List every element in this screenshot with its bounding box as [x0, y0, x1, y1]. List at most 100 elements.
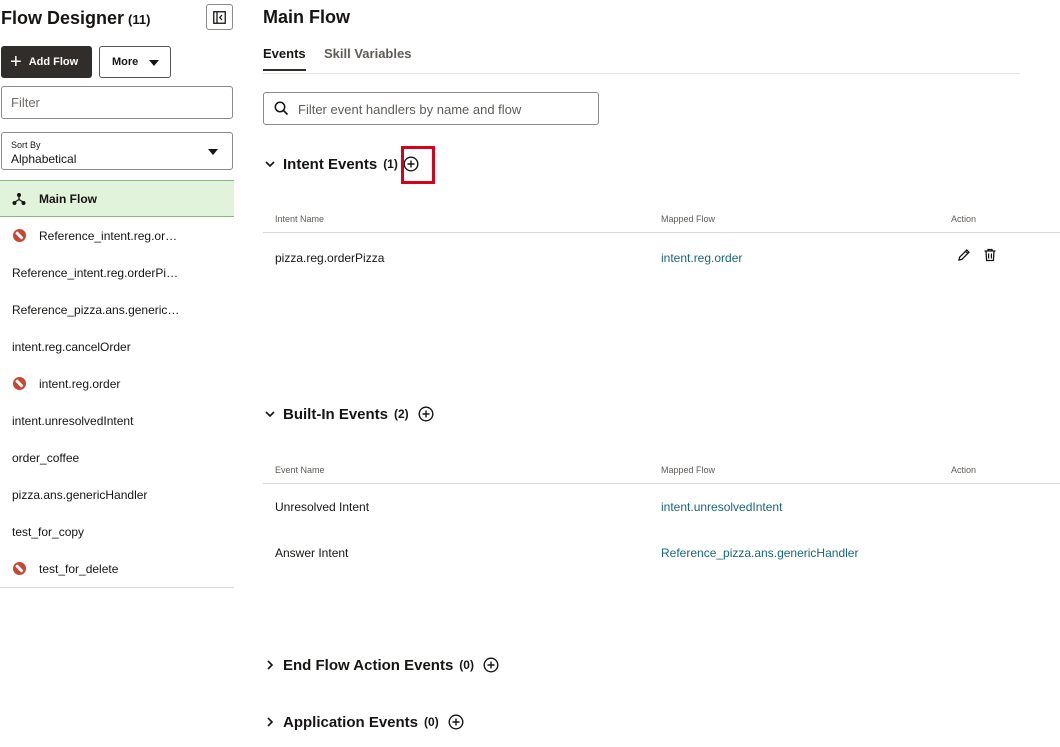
flow-item[interactable]: pizza.ans.genericHandler	[0, 476, 234, 513]
mapped-flow-link[interactable]: intent.reg.order	[661, 251, 742, 265]
chevron-right-icon[interactable]	[263, 658, 277, 672]
end-flow-events-header: End Flow Action Events (0)	[263, 653, 500, 677]
flow-item[interactable]: order_coffee	[0, 439, 234, 476]
flow-item-label: intent.unresolvedIntent	[12, 414, 133, 428]
flow-filter-input[interactable]	[1, 86, 233, 119]
flow-tree-icon	[12, 192, 26, 206]
flow-item-label: Reference_intent.reg.or…	[39, 229, 177, 243]
flow-item[interactable]: intent.unresolvedIntent	[0, 402, 234, 439]
intent-events-count: (1)	[383, 157, 398, 171]
application-events-header: Application Events (0)	[263, 710, 465, 734]
caret-down-icon	[149, 60, 159, 66]
builtin-events-header: Built-In Events (2)	[263, 402, 435, 426]
builtin-events-table: Event Name Mapped Flow Action Unresolved…	[263, 448, 1060, 576]
column-header: Intent Name	[275, 214, 324, 224]
add-circle-icon	[448, 714, 464, 730]
add-builtin-event-button[interactable]	[417, 405, 435, 423]
add-flow-label: Add Flow	[29, 56, 79, 68]
flow-item-label: Reference_intent.reg.orderPi…	[12, 266, 178, 280]
more-menu-button[interactable]: More	[99, 46, 171, 78]
flow-item-main-flow[interactable]: Main Flow	[0, 180, 234, 217]
error-icon-wrap	[12, 562, 26, 576]
table-row: Answer Intent Reference_pizza.ans.generi…	[263, 530, 1060, 576]
flow-item-label: intent.reg.cancelOrder	[12, 340, 131, 354]
builtin-events-count: (2)	[394, 407, 409, 421]
flow-item-label: test_for_copy	[12, 525, 84, 539]
flow-item[interactable]: Reference_pizza.ans.generic…	[0, 291, 234, 328]
end-flow-events-title: End Flow Action Events	[283, 657, 453, 674]
page-title: Main Flow	[263, 7, 350, 28]
flow-item[interactable]: test_for_copy	[0, 513, 234, 550]
add-circle-icon	[483, 657, 499, 673]
sort-by-label: Sort By	[11, 140, 41, 150]
flow-item[interactable]: Reference_intent.reg.orderPi…	[0, 254, 234, 291]
chevron-down-icon[interactable]	[263, 157, 277, 171]
event-name: Answer Intent	[275, 546, 348, 560]
table-header: Event Name Mapped Flow Action	[263, 448, 1060, 484]
plus-icon: +	[10, 52, 22, 72]
sidebar-header: Flow Designer (11)	[0, 4, 234, 32]
sidebar-title-text: Flow Designer	[1, 8, 124, 28]
main-panel: Main Flow Events Skill Variables Intent …	[263, 0, 1060, 747]
tab-events[interactable]: Events	[263, 46, 306, 61]
flow-item-label: intent.reg.order	[39, 377, 120, 391]
application-events-title: Application Events	[283, 714, 418, 731]
delete-button[interactable]	[983, 248, 997, 265]
intent-events-header: Intent Events (1)	[263, 152, 420, 176]
error-icon	[13, 562, 26, 575]
flow-item[interactable]: intent.reg.order	[0, 365, 234, 402]
flow-item-label: Main Flow	[39, 192, 97, 206]
add-flow-button[interactable]: + Add Flow	[1, 46, 92, 78]
flow-item-label: order_coffee	[12, 451, 79, 465]
table-row: Unresolved Intent intent.unresolvedInten…	[263, 484, 1060, 530]
tabs-divider	[263, 73, 1020, 74]
event-name: Unresolved Intent	[275, 500, 369, 514]
chevron-right-icon[interactable]	[263, 715, 277, 729]
event-search-input[interactable]	[298, 100, 588, 118]
sort-by-value: Alphabetical	[11, 152, 76, 166]
mapped-flow-link[interactable]: Reference_pizza.ans.genericHandler	[661, 546, 858, 560]
row-actions	[957, 248, 997, 265]
flow-count: (11)	[128, 12, 150, 27]
intent-name: pizza.reg.orderPizza	[275, 251, 384, 265]
flow-item-label: pizza.ans.genericHandler	[12, 488, 147, 502]
sort-by-select[interactable]: Sort By Alphabetical	[1, 132, 233, 170]
application-events-count: (0)	[424, 715, 439, 729]
intent-events-table: Intent Name Mapped Flow Action pizza.reg…	[263, 197, 1060, 279]
highlight-box	[401, 146, 435, 184]
flow-item[interactable]: Reference_intent.reg.or…	[0, 217, 234, 254]
column-header: Event Name	[275, 465, 325, 475]
search-icon	[274, 101, 289, 116]
table-row: pizza.reg.orderPizza intent.reg.order	[263, 233, 1060, 279]
sidebar-title: Flow Designer (11)	[1, 8, 150, 29]
error-icon-wrap	[12, 229, 26, 243]
flow-sidebar: Flow Designer (11) + Add Flow More Sort B…	[0, 0, 234, 747]
column-header: Mapped Flow	[661, 465, 715, 475]
column-header: Action	[951, 214, 976, 224]
column-header: Action	[951, 465, 976, 475]
pencil-icon	[957, 248, 971, 262]
mapped-flow-link[interactable]: intent.unresolvedIntent	[661, 500, 782, 514]
trash-icon	[983, 248, 997, 262]
collapse-sidebar-button[interactable]	[206, 4, 233, 30]
builtin-events-title: Built-In Events	[283, 406, 388, 423]
caret-down-icon	[208, 149, 218, 155]
error-icon	[13, 377, 26, 390]
add-application-event-button[interactable]	[447, 713, 465, 731]
add-end-flow-event-button[interactable]	[482, 656, 500, 674]
error-icon	[13, 229, 26, 242]
column-header: Mapped Flow	[661, 214, 715, 224]
flow-item-label: Reference_pizza.ans.generic…	[12, 303, 179, 317]
collapse-panel-icon	[213, 11, 226, 24]
tab-skill-variables[interactable]: Skill Variables	[324, 46, 411, 61]
end-flow-events-count: (0)	[459, 658, 474, 672]
flow-list: Main Flow Reference_intent.reg.or… Refer…	[0, 180, 234, 588]
more-label: More	[112, 56, 138, 68]
flow-item[interactable]: intent.reg.cancelOrder	[0, 328, 234, 365]
edit-button[interactable]	[957, 248, 971, 265]
flow-item[interactable]: test_for_delete	[0, 550, 234, 587]
error-icon-wrap	[12, 377, 26, 391]
chevron-down-icon[interactable]	[263, 407, 277, 421]
add-circle-icon	[418, 406, 434, 422]
intent-events-title: Intent Events	[283, 156, 377, 173]
